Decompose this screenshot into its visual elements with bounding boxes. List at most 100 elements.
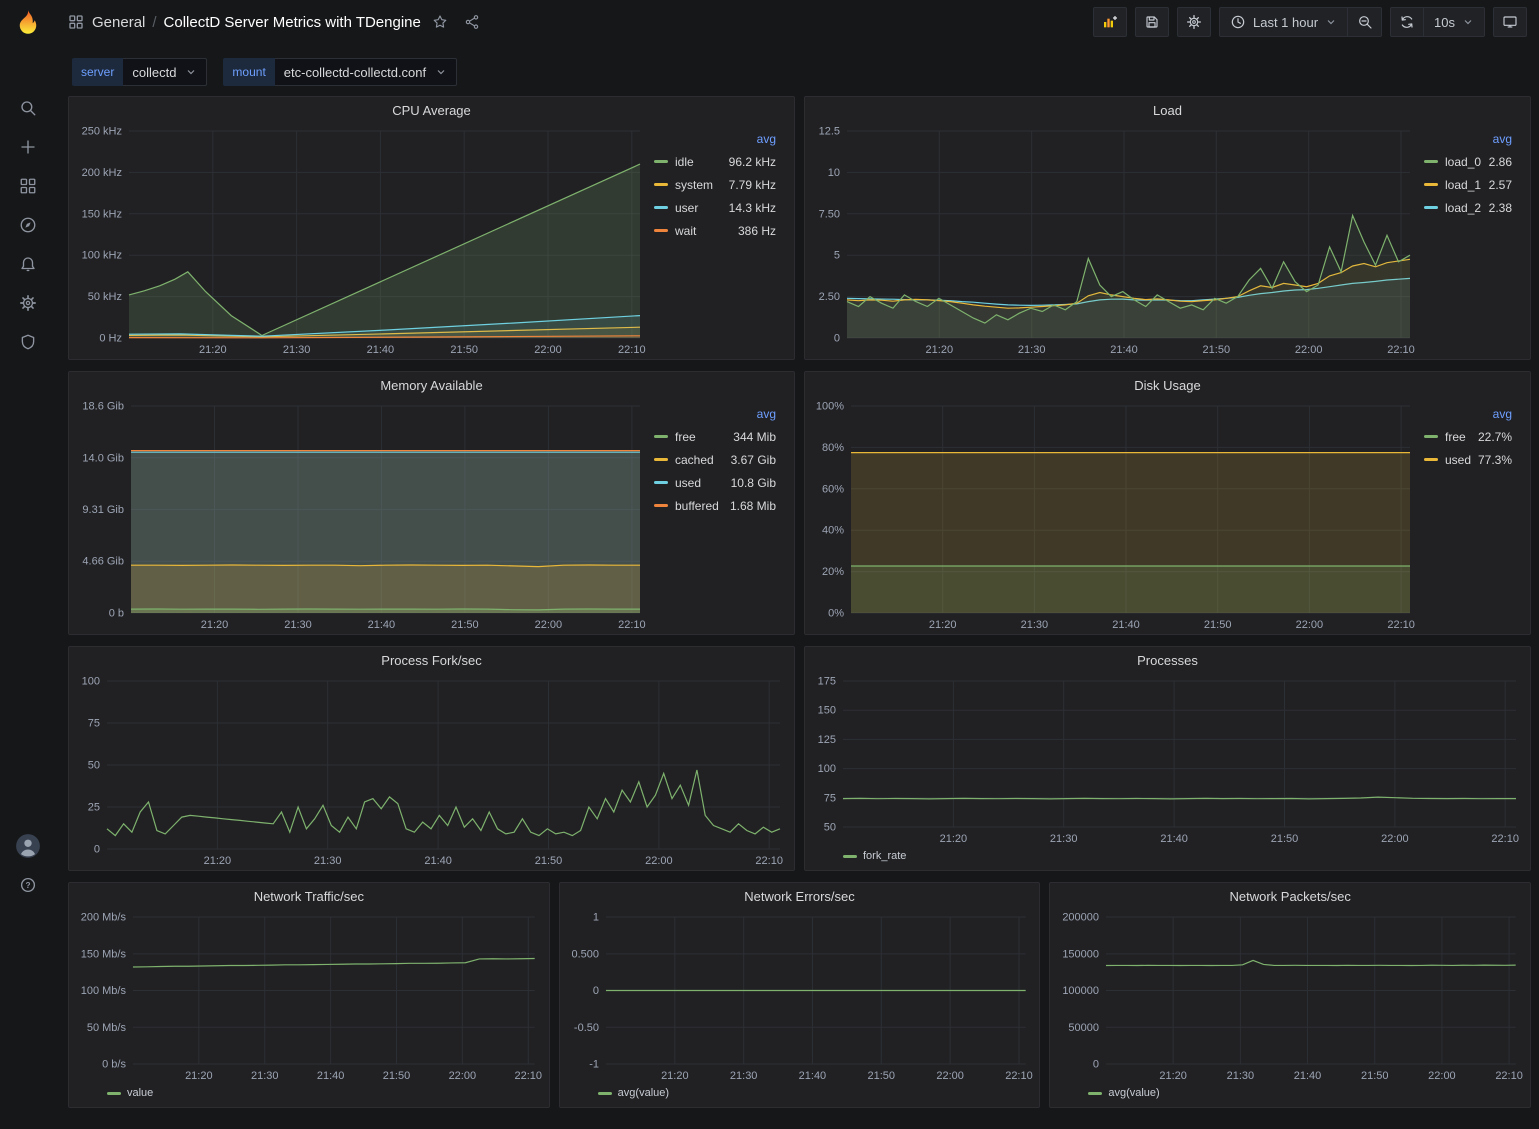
series-avg-value: 96.2 kHz	[729, 155, 776, 169]
panel-title[interactable]: Network Packets/sec	[1050, 883, 1530, 909]
star-icon	[432, 14, 448, 30]
time-series-chart[interactable]: 507510012515017521:2021:3021:4021:5022:0…	[811, 673, 1524, 848]
legend-item-user[interactable]: user14.3 kHz	[654, 196, 776, 219]
svg-text:21:50: 21:50	[1203, 344, 1231, 356]
legend-item-wait[interactable]: wait386 Hz	[654, 219, 776, 242]
series-color-swatch	[654, 481, 668, 484]
legend-item-fork_rate[interactable]: fork_rate	[843, 850, 906, 862]
svg-text:0: 0	[834, 333, 840, 345]
series-avg-value: 386 Hz	[738, 224, 776, 238]
series-color-swatch	[654, 458, 668, 461]
legend-item-used[interactable]: used77.3%	[1424, 448, 1512, 471]
configuration-button[interactable]	[0, 283, 56, 322]
time-series-chart[interactable]: 0%20%40%60%80%100%21:2021:3021:4021:5022…	[811, 398, 1418, 634]
legend-item-load_0[interactable]: load_02.86	[1424, 150, 1512, 173]
help-button[interactable]: ?	[0, 865, 56, 904]
series-avg-value: 1.68 Mib	[730, 499, 776, 513]
series-color-swatch	[654, 183, 668, 186]
legend-item-cached[interactable]: cached3.67 Gib	[654, 448, 776, 471]
time-series-chart[interactable]: 02.5057.501012.521:2021:3021:4021:5022:0…	[811, 123, 1418, 359]
explore-button[interactable]	[0, 205, 56, 244]
variable-current-value: etc-collectd-collectd.conf	[284, 65, 426, 80]
panel-title[interactable]: CPU Average	[69, 97, 794, 123]
panel-disk-usage: Disk Usage 0%20%40%60%80%100%21:2021:302…	[804, 371, 1531, 635]
create-button[interactable]	[0, 127, 56, 166]
help-icon: ?	[19, 876, 37, 894]
legend-stat-header[interactable]: avg	[654, 127, 776, 150]
refresh-interval-dropdown[interactable]: 10s	[1424, 7, 1485, 37]
svg-text:22:00: 22:00	[936, 1070, 964, 1082]
legend-stat-header[interactable]: avg	[654, 402, 776, 425]
user-avatar[interactable]	[0, 826, 56, 865]
legend-item-system[interactable]: system7.79 kHz	[654, 173, 776, 196]
svg-text:200 kHz: 200 kHz	[82, 167, 122, 179]
time-series-chart[interactable]: 0 Hz50 kHz100 kHz150 kHz200 kHz250 kHz21…	[75, 123, 648, 359]
main-content: General / CollectD Server Metrics with T…	[56, 0, 1539, 1108]
svg-text:40%: 40%	[822, 525, 844, 537]
panel-title[interactable]: Processes	[805, 647, 1530, 673]
save-dashboard-button[interactable]	[1135, 7, 1169, 37]
panel-title[interactable]: Disk Usage	[805, 372, 1530, 398]
variable-label: server	[72, 58, 123, 86]
panel-title[interactable]: Network Errors/sec	[560, 883, 1040, 909]
grafana-logo[interactable]	[0, 0, 56, 46]
variable-server[interactable]: server collectd	[72, 58, 207, 86]
zoom-out-button[interactable]	[1348, 7, 1382, 37]
kiosk-mode-button[interactable]	[1493, 7, 1527, 37]
svg-text:21:50: 21:50	[383, 1070, 411, 1082]
bell-icon	[19, 255, 37, 273]
dashboards-button[interactable]	[0, 166, 56, 205]
alerting-button[interactable]	[0, 244, 56, 283]
series-name: user	[675, 201, 698, 215]
search-button[interactable]	[0, 88, 56, 127]
refresh-button[interactable]	[1390, 7, 1424, 37]
panel-title[interactable]: Load	[805, 97, 1530, 123]
series-color-swatch	[1424, 435, 1438, 438]
variable-current-value: collectd	[132, 65, 176, 80]
legend-item-free[interactable]: free344 Mib	[654, 425, 776, 448]
panel-title[interactable]: Network Traffic/sec	[69, 883, 549, 909]
legend-item-buffered[interactable]: buffered1.68 Mib	[654, 494, 776, 517]
legend-item-avg-value-[interactable]: avg(value)	[598, 1087, 669, 1099]
svg-text:21:30: 21:30	[283, 344, 311, 356]
add-panel-button[interactable]	[1093, 7, 1127, 37]
variable-mount[interactable]: mount etc-collectd-collectd.conf	[223, 58, 457, 86]
share-dashboard-button[interactable]	[459, 9, 485, 35]
dashboard-settings-button[interactable]	[1177, 7, 1211, 37]
panel-legend: avgidle96.2 kHzsystem7.79 kHzuser14.3 kH…	[648, 123, 788, 359]
svg-text:22:10: 22:10	[618, 619, 646, 631]
series-color-swatch	[654, 206, 668, 209]
svg-text:22:10: 22:10	[1005, 1070, 1033, 1082]
time-series-chart[interactable]: 025507510021:2021:3021:4021:5022:0022:10	[75, 673, 788, 870]
breadcrumb-folder[interactable]: General	[92, 14, 145, 31]
time-series-chart[interactable]: 05000010000015000020000021:2021:3021:402…	[1056, 909, 1524, 1085]
legend-item-free[interactable]: free22.7%	[1424, 425, 1512, 448]
time-series-chart[interactable]: 0 b4.66 Gib9.31 Gib14.0 Gib18.6 Gib21:20…	[75, 398, 648, 634]
series-name: free	[675, 430, 696, 444]
panel-title[interactable]: Memory Available	[69, 372, 794, 398]
variable-value-dropdown[interactable]: etc-collectd-collectd.conf	[275, 58, 457, 86]
svg-text:21:40: 21:40	[317, 1070, 344, 1082]
legend-item-used[interactable]: used10.8 Gib	[654, 471, 776, 494]
time-series-chart[interactable]: 0 b/s50 Mb/s100 Mb/s150 Mb/s200 Mb/s21:2…	[75, 909, 543, 1085]
star-dashboard-button[interactable]	[427, 9, 453, 35]
legend-stat-header[interactable]: avg	[1424, 402, 1512, 425]
legend-stat-header[interactable]: avg	[1424, 127, 1512, 150]
clock-icon	[1230, 14, 1246, 30]
legend-item-value[interactable]: value	[107, 1087, 153, 1099]
svg-text:?: ?	[25, 881, 30, 890]
svg-text:21:20: 21:20	[929, 619, 957, 631]
time-range-picker[interactable]: Last 1 hour	[1219, 7, 1348, 37]
legend-item-load_2[interactable]: load_22.38	[1424, 196, 1512, 219]
series-name: load_1	[1445, 178, 1481, 192]
svg-text:22:00: 22:00	[1429, 1070, 1457, 1082]
panel-title[interactable]: Process Fork/sec	[69, 647, 794, 673]
time-series-chart[interactable]: -1-0.5000.500121:2021:3021:4021:5022:002…	[566, 909, 1034, 1085]
svg-text:22:00: 22:00	[535, 619, 563, 631]
svg-text:50000: 50000	[1069, 1022, 1100, 1034]
legend-item-idle[interactable]: idle96.2 kHz	[654, 150, 776, 173]
legend-item-load_1[interactable]: load_12.57	[1424, 173, 1512, 196]
legend-item-avg-value-[interactable]: avg(value)	[1088, 1087, 1159, 1099]
server-admin-button[interactable]	[0, 322, 56, 361]
series-avg-value: 2.38	[1489, 201, 1512, 215]
